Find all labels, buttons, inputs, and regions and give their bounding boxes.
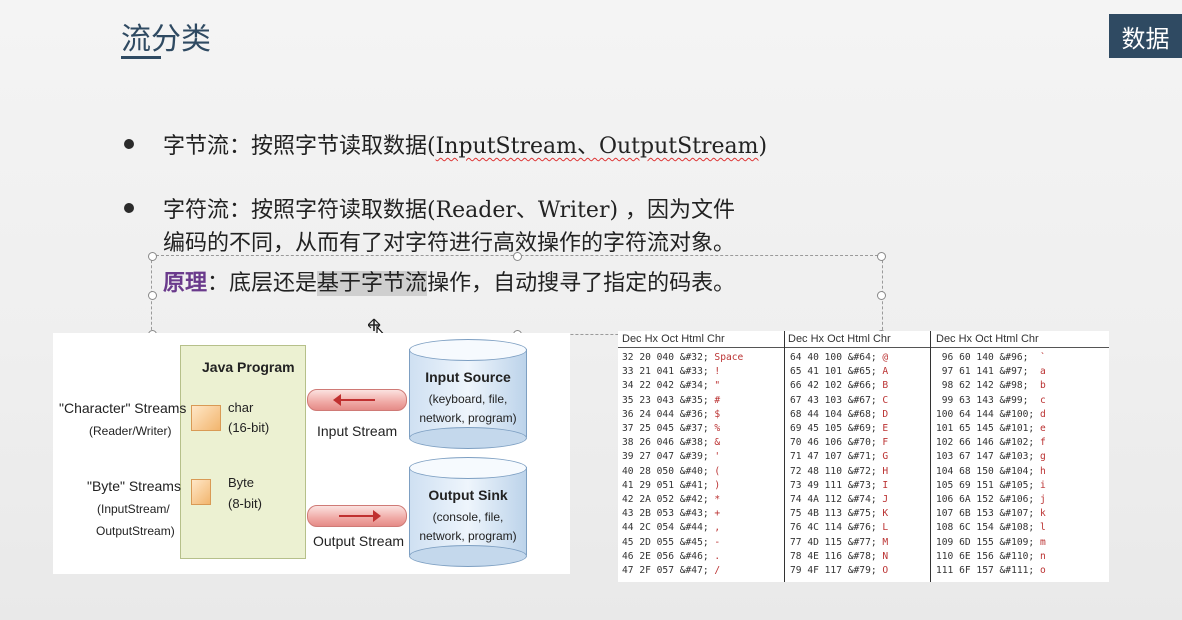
ascii-row: 41 29 051 &#41; ) — [622, 479, 721, 491]
ascii-row: 77 4D 115 &#77; M — [790, 536, 889, 548]
output-sink-title: Output Sink — [428, 487, 508, 503]
ascii-row: 46 2E 056 &#46; . — [622, 550, 721, 562]
ascii-column-1: 32 20 040 &#32; Space 33 21 041 &#33; ! 34… — [618, 331, 784, 582]
byte-cube-icon — [191, 479, 211, 505]
ascii-row: 110 6E 156 &#110; n — [936, 550, 1046, 562]
slide-title: 流分类 — [121, 22, 211, 57]
character-streams-sub: (Reader/Writer) — [89, 424, 172, 438]
ascii-row: 96 60 140 &#96; ` — [936, 352, 1046, 363]
byte-stream-classes: InputStream、OutputStream — [435, 134, 759, 159]
ascii-row: 38 26 046 &#38; & — [622, 437, 721, 449]
byte-streams-sub2: OutputStream) — [96, 524, 175, 538]
ascii-row: 106 6A 152 &#106; j — [936, 494, 1046, 505]
ascii-row: 103 67 147 &#103; g — [936, 451, 1046, 463]
bullet-dot — [124, 203, 134, 213]
ascii-row: 32 20 040 &#32; Space — [622, 352, 744, 363]
ascii-row: 101 65 145 &#101; e — [936, 423, 1046, 434]
resize-handle[interactable] — [148, 252, 157, 261]
output-sink-desc1: (console, file, — [432, 510, 504, 524]
ascii-row: 72 48 110 &#72; H — [790, 465, 889, 477]
ascii-row: 66 42 102 &#66; B — [790, 380, 889, 392]
ascii-row: 97 61 141 &#97; a — [936, 366, 1046, 378]
ascii-row: 75 4B 113 &#75; K — [790, 508, 889, 520]
ascii-row: 109 6D 155 &#109; m — [936, 536, 1046, 548]
resize-handle[interactable] — [148, 291, 157, 300]
input-source-desc2: network, program) — [419, 411, 517, 425]
ascii-row: 65 41 101 &#65; A — [790, 366, 889, 378]
char-label: char — [228, 400, 254, 415]
ascii-row: 107 6B 153 &#107; k — [936, 508, 1046, 520]
ascii-row: 100 64 144 &#100; d — [936, 408, 1046, 420]
column-divider — [784, 331, 785, 582]
byte-bits-label: (8-bit) — [228, 496, 262, 511]
char-cube-icon — [191, 405, 221, 431]
ascii-row: 33 21 041 &#33; ! — [622, 366, 721, 378]
title-underline — [121, 56, 161, 59]
ascii-row: 67 43 103 &#67; C — [790, 394, 889, 406]
ascii-row: 69 45 105 &#69; E — [790, 423, 889, 434]
ascii-row: 98 62 142 &#98; b — [936, 380, 1046, 392]
ascii-row: 70 46 106 &#70; F — [790, 437, 889, 449]
highlighted-text: 基于字节流 — [317, 271, 428, 296]
ascii-row: 45 2D 055 &#45; - — [622, 536, 721, 548]
bullet-dot — [124, 139, 134, 149]
resize-handle[interactable] — [877, 291, 886, 300]
character-streams-label: "Character" Streams — [59, 400, 187, 416]
output-stream-label: Output Stream — [313, 533, 405, 549]
input-stream-pipe — [307, 389, 407, 411]
ascii-row: 104 68 150 &#104; h — [936, 465, 1046, 477]
resize-handle[interactable] — [513, 252, 522, 261]
java-program-label: Java Program — [202, 359, 295, 375]
output-sink-cylinder: Output Sink (console, file, network, pro… — [409, 457, 527, 567]
ascii-row: 36 24 044 &#36; $ — [622, 408, 721, 420]
ascii-row: 37 25 045 &#37; % — [622, 423, 721, 434]
byte-label: Byte — [228, 475, 255, 490]
ascii-row: 68 44 104 &#68; D — [790, 408, 889, 420]
arrow-left-icon — [333, 394, 375, 406]
byte-streams-sub1: (InputStream/ — [97, 502, 170, 516]
ascii-row: 35 23 043 &#35; # — [622, 394, 721, 406]
ascii-row: 105 69 151 &#105; i — [936, 479, 1046, 491]
char-bits-label: (16-bit) — [228, 420, 270, 435]
bullet-char-stream-line2: 编码的不同，从而有了对字符进行高效操作的字符流对象。 — [163, 231, 736, 256]
arrow-right-icon — [339, 510, 381, 522]
ascii-row: 71 47 107 &#71; G — [790, 451, 889, 463]
ascii-row: 78 4E 116 &#78; N — [790, 550, 889, 562]
input-stream-label: Input Stream — [317, 423, 398, 439]
ascii-column-3: 96 60 140 &#96; ` 97 61 141 &#97; a 98 6… — [932, 331, 1109, 582]
output-sink-desc2: network, program) — [419, 529, 517, 543]
principle-label: 原理 — [163, 270, 208, 296]
section-tag: 数据 — [1109, 14, 1182, 58]
input-source-desc1: (keyboard, file, — [428, 392, 508, 406]
ascii-row: 111 6F 157 &#111; o — [936, 565, 1046, 576]
java-program-box — [180, 345, 306, 559]
input-source-cylinder: Input Source (keyboard, file, network, p… — [409, 339, 527, 449]
ascii-column-2: 64 40 100 &#64; @ 65 41 101 &#65; A 66 42 … — [786, 331, 930, 582]
ascii-row: 34 22 042 &#34; " — [622, 380, 721, 392]
ascii-row: 76 4C 114 &#76; L — [790, 522, 889, 534]
column-divider — [930, 331, 931, 582]
ascii-row: 42 2A 052 &#42; * — [622, 494, 721, 505]
ascii-table: Dec Hx Oct Html Chr Dec Hx Oct Html Chr … — [618, 331, 1109, 582]
ascii-row: 99 63 143 &#99; c — [936, 394, 1046, 406]
bullet-char-stream-line1: 字符流：按照字符读取数据(Reader、Writer) ，因为文件 — [163, 198, 736, 223]
byte-streams-label: "Byte" Streams — [87, 478, 181, 494]
ascii-row: 74 4A 112 &#74; J — [790, 494, 889, 505]
input-source-title: Input Source — [425, 369, 511, 385]
ascii-row: 102 66 146 &#102; f — [936, 437, 1046, 449]
bullet-byte-stream: 字节流：按照字节读取数据(InputStream、OutputStream) — [163, 134, 768, 159]
ascii-row: 108 6C 154 &#108; l — [936, 522, 1046, 534]
ascii-row: 43 2B 053 &#43; + — [622, 508, 721, 520]
ascii-row: 64 40 100 &#64; @ — [790, 352, 889, 363]
principle-line[interactable]: 原理：底层还是基于字节流操作，自动搜寻了指定的码表。 — [163, 265, 735, 297]
ascii-row: 44 2C 054 &#44; , — [622, 522, 721, 534]
ascii-row: 39 27 047 &#39; ' — [622, 451, 721, 463]
ascii-row: 79 4F 117 &#79; O — [790, 565, 889, 576]
output-stream-pipe — [307, 505, 407, 527]
ascii-row: 40 28 050 &#40; ( — [622, 465, 721, 477]
resize-handle[interactable] — [877, 252, 886, 261]
stream-diagram: Java Program "Character" Streams (Reader… — [53, 333, 570, 574]
ascii-row: 47 2F 057 &#47; / — [622, 565, 721, 576]
ascii-row: 73 49 111 &#73; I — [790, 479, 889, 491]
